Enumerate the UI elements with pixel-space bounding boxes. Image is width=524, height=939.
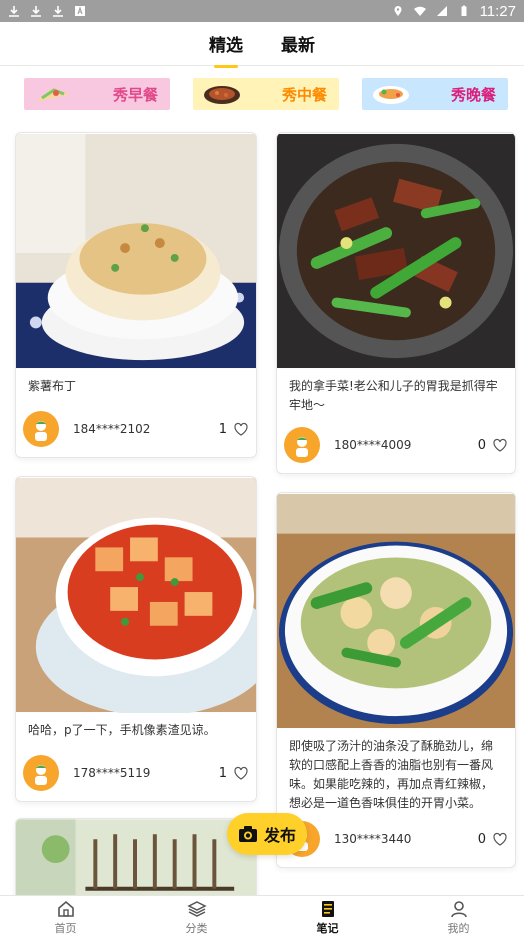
breakfast-icon: [36, 88, 70, 102]
location-icon: [394, 6, 402, 17]
breakfast-label: 秀早餐: [112, 85, 158, 104]
heart-icon[interactable]: [492, 437, 508, 453]
layers-icon: [186, 901, 207, 917]
like-count: 0: [477, 437, 486, 453]
breakfast-button[interactable]: 秀早餐: [24, 78, 170, 110]
bottom-nav: 首页 分类 笔记 我的: [0, 895, 524, 939]
avatar-icon: [35, 765, 47, 785]
nav-profile[interactable]: 我的: [393, 896, 524, 939]
lunch-button[interactable]: 秀中餐: [193, 78, 339, 110]
tab-featured[interactable]: 精选: [209, 31, 243, 56]
nav-notes-label: 笔记: [316, 922, 339, 935]
avatar-icon: [35, 421, 47, 441]
nav-category[interactable]: 分类: [131, 896, 262, 939]
heart-icon[interactable]: [233, 765, 249, 781]
food-photo: [16, 477, 256, 713]
camera-icon: [238, 826, 257, 842]
lunch-icon: [204, 86, 240, 104]
signal-icon: [436, 6, 447, 16]
nav-category-label: 分类: [185, 922, 208, 935]
wifi-icon: [413, 6, 426, 16]
food-photo: [277, 133, 515, 369]
status-notifications: [8, 5, 86, 17]
download-icon: [31, 6, 41, 17]
home-icon: [57, 900, 74, 917]
username: 180****4009: [334, 438, 412, 452]
notebook-icon: [321, 901, 334, 917]
note-card[interactable]: 紫薯布丁 184****2102 1: [15, 132, 257, 458]
download-icon: [53, 6, 63, 17]
battery-icon: [461, 5, 467, 16]
like-count: 1: [218, 421, 227, 437]
heart-icon[interactable]: [233, 421, 249, 437]
card-meta: 180****4009 0: [284, 427, 508, 463]
username: 178****5119: [73, 766, 151, 780]
status-bar: 11:27: [0, 0, 524, 22]
username: 130****3440: [334, 832, 412, 846]
card-title: 我的拿手菜!老公和儿子的胃我是抓得牢牢地～: [289, 379, 498, 412]
card-meta: 130****3440 0: [284, 821, 508, 857]
lunch-label: 秀中餐: [281, 85, 327, 104]
meal-filters: 秀早餐 秀中餐 秀晚餐: [24, 78, 508, 110]
heart-icon[interactable]: [492, 831, 508, 847]
dinner-button[interactable]: 秀晚餐: [362, 78, 508, 110]
clock: 11:27: [479, 2, 516, 20]
note-card[interactable]: 我的拿手菜!老公和儿子的胃我是抓得牢牢地～ 180****4009 0: [276, 132, 516, 474]
note-card[interactable]: 哈哈，p了一下，手机像素渣见谅。 178****5119 1: [15, 476, 257, 802]
publish-button[interactable]: 发布: [227, 813, 307, 855]
download-icon: [9, 6, 19, 17]
food-photo: [16, 133, 256, 369]
avatar-icon: [296, 437, 308, 457]
nav-notes[interactable]: 笔记: [262, 896, 393, 939]
tab-latest[interactable]: 最新: [281, 31, 315, 56]
username: 184****2102: [73, 422, 151, 436]
dinner-icon: [373, 86, 409, 104]
app-a-icon: [75, 6, 85, 16]
nav-profile-label: 我的: [447, 922, 470, 935]
food-photo: [277, 493, 515, 729]
note-card[interactable]: 即使吸了汤汁的油条没了酥脆劲儿，绵软的口感配上香香的油脂也别有一番风味。如果能吃…: [276, 492, 516, 868]
card-meta: 184****2102 1: [23, 411, 249, 447]
like-count: 1: [218, 765, 227, 781]
avatar[interactable]: [23, 755, 59, 791]
top-tabs: 精选 最新: [0, 22, 524, 66]
person-icon: [450, 901, 467, 918]
dinner-label: 秀晚餐: [450, 85, 496, 104]
card-title: 即使吸了汤汁的油条没了酥脆劲儿，绵软的口感配上香香的油脂也别有一番风味。如果能吃…: [289, 739, 494, 810]
card-title: 紫薯布丁: [28, 379, 77, 393]
nav-home-label: 首页: [54, 922, 77, 935]
card-meta: 178****5119 1: [23, 755, 249, 791]
like-count: 0: [477, 831, 486, 847]
card-title: 哈哈，p了一下，手机像素渣见谅。: [28, 723, 216, 737]
avatar[interactable]: [23, 411, 59, 447]
nav-home[interactable]: 首页: [0, 896, 131, 939]
avatar[interactable]: [284, 427, 320, 463]
publish-label: 发布: [263, 826, 296, 845]
status-system: 11:27: [392, 3, 516, 20]
